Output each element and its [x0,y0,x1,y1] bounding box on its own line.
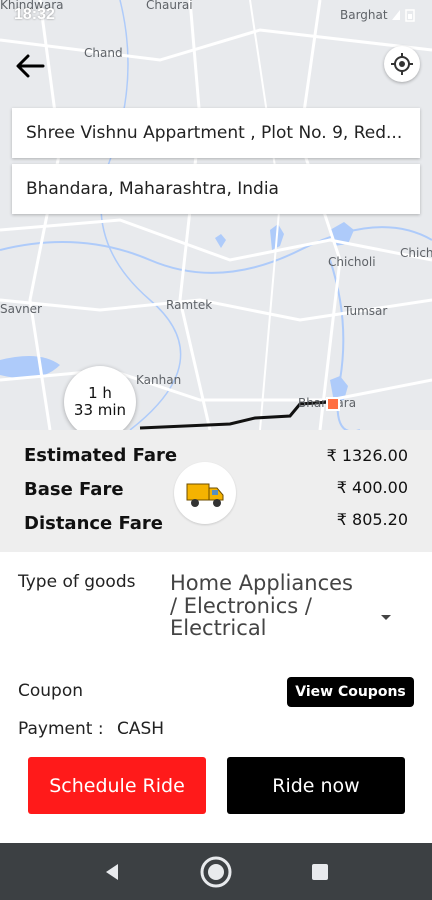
map-label: Chand [84,46,123,60]
ride-now-button[interactable]: Ride now [227,757,405,814]
map-label: Tumsar [344,304,388,318]
back-arrow-icon [16,54,45,78]
battery-icon [392,9,415,22]
base-fare-label: Base Fare [24,479,124,500]
distance-fare-value: ₹ 805.20 [336,510,408,529]
nav-home-icon [200,856,232,887]
view-coupons-button[interactable]: View Coupons [287,677,414,707]
map-background [0,0,432,430]
pickup-address-field[interactable]: Shree Vishnu Appartment , Plot No. 9, Re… [12,108,420,158]
map-label: Savner [0,302,42,316]
goods-type-label: Type of goods [18,572,136,592]
estimated-fare-label: Estimated Fare [24,445,178,466]
schedule-ride-button[interactable]: Schedule Ride [28,757,206,814]
nav-back-icon [106,863,118,880]
payment-row: Payment : CASH [18,719,164,739]
drop-address-field[interactable]: Bhandara, Maharashtra, India [12,164,420,214]
nav-back-button[interactable] [84,843,140,900]
distance-fare-label: Distance Fare [24,513,164,534]
payment-label: Payment : [18,719,104,739]
fare-summary: Estimated Fare Base Fare Distance Fare ₹… [0,430,432,552]
my-location-button[interactable] [384,46,420,82]
nav-recents-icon [312,863,328,880]
eta-badge: 1 h 33 min [64,366,136,430]
nav-recents-button[interactable] [292,843,348,900]
pickup-address-text: Shree Vishnu Appartment , Plot No. 9, Re… [26,123,403,143]
map-label: Barghat [340,8,388,22]
eta-hours: 1 h [88,384,112,402]
payment-value[interactable]: CASH [117,719,164,739]
status-time: 18:32 [14,6,55,23]
nav-home-button[interactable] [188,843,244,900]
map-label: Kanhan [136,373,182,387]
estimated-fare-value: ₹ 1326.00 [326,446,408,465]
truck-icon [186,483,224,507]
goods-type-select[interactable]: Home Appliances / Electronics / Electric… [170,572,360,640]
vehicle-badge [174,462,236,524]
goods-dropdown[interactable] [378,610,394,626]
dropdown-icon [381,615,391,620]
map-label: Chaurai [146,0,193,12]
coupon-label: Coupon [18,681,84,701]
base-fare-value: ₹ 400.00 [336,478,408,497]
eta-minutes: 33 min [73,401,127,419]
map-view[interactable]: Khindwara Chaurai Barghat Chand Chicholi… [0,0,432,430]
map-label: Chicholi [328,255,376,269]
map-label: Ramtek [166,298,213,312]
back-button[interactable] [10,46,50,86]
drop-address-text: Bhandara, Maharashtra, India [26,179,279,199]
status-icons [390,8,420,25]
destination-marker [326,397,340,411]
my-location-icon [391,53,413,75]
map-label: Chich [400,246,432,260]
system-nav-bar [0,843,432,900]
